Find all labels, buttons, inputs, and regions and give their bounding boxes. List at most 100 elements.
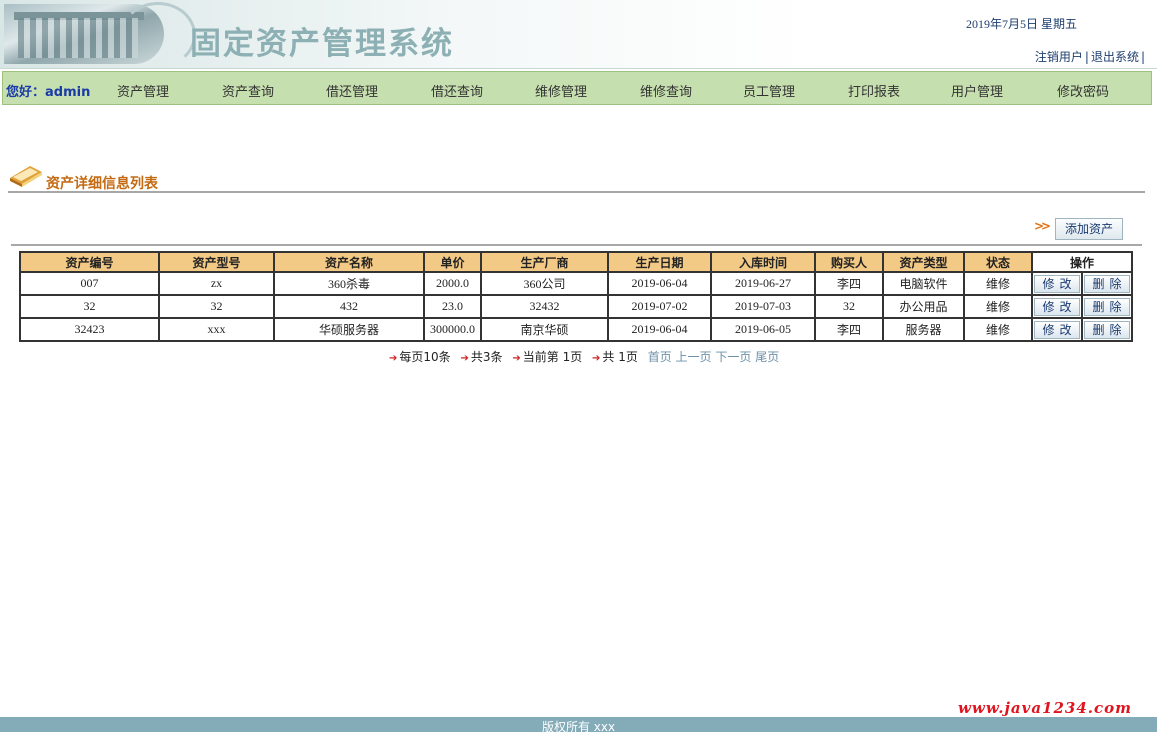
link-separator: | [1140,50,1145,64]
cell-manufacturer: 32432 [480,294,609,319]
system-title: 固定资产管理系统 [190,26,454,62]
pager-next-link[interactable]: 下一页 [715,350,751,364]
asset-table: 资产编号 资产型号 资产名称 单价 生产厂商 生产日期 入库时间 购买人 资产类… [19,251,1133,342]
arrow-bullet-icon: ➔ [389,353,398,364]
table-row: 32 32 432 23.0 32432 2019-07-02 2019-07-… [19,294,1133,319]
exit-system-link[interactable]: 退出系统 [1091,50,1139,64]
delete-button[interactable]: 删除 [1084,274,1130,293]
cell-storage-date: 2019-06-05 [710,317,816,342]
nav-item-borrow-management[interactable]: 借还管理 [326,81,378,100]
cell-storage-date: 2019-06-27 [710,271,816,296]
cell-asset-name: 360杀毒 [273,271,425,296]
cell-edit: 修改 [1031,271,1083,296]
add-asset-button[interactable]: 添加资产 [1055,218,1123,240]
cell-status: 维修 [963,294,1033,319]
pagination: ➔ 每页10条 ➔ 共3条 ➔ 当前第 1页 ➔ 共 1页 首页 上一页 下一页 尾页 [389,348,779,365]
cell-production-date: 2019-06-04 [607,317,712,342]
column-header: 入库时间 [710,251,816,273]
column-header: 生产日期 [607,251,712,273]
column-header: 生产厂商 [480,251,609,273]
edit-button[interactable]: 修改 [1034,274,1080,293]
delete-button[interactable]: 删除 [1084,297,1130,316]
arrow-bullet-icon: ➔ [460,353,469,364]
column-header: 资产编号 [19,251,160,273]
cell-asset-name: 华硕服务器 [273,317,425,342]
column-header: 状态 [963,251,1033,273]
column-header: 资产类型 [882,251,965,273]
cell-production-date: 2019-06-04 [607,271,712,296]
cell-manufacturer: 南京华硕 [480,317,609,342]
column-header-actions: 操作 [1031,251,1133,273]
cell-unit-price: 23.0 [423,294,482,319]
nav-item-print-report[interactable]: 打印报表 [848,81,900,100]
footer-copyright: 版权所有 xxx [0,717,1157,734]
watermark: www.java1234.com [958,699,1133,717]
nav-item-employee-management[interactable]: 员工管理 [743,81,795,100]
divider [11,244,1142,246]
top-links: 注销用户 | 退出系统 | [1035,48,1147,65]
nav-item-borrow-query[interactable]: 借还查询 [431,81,483,100]
pager-pages: ➔ 共 1页 [592,350,638,364]
cell-storage-date: 2019-07-03 [710,294,816,319]
cell-asset-type: 服务器 [882,317,965,342]
pager-prev-link[interactable]: 上一页 [676,350,712,364]
table-row: 32423 xxx 华硕服务器 300000.0 南京华硕 2019-06-04… [19,317,1133,342]
cell-asset-id: 32423 [19,317,160,342]
greeting: 您好：admin [6,85,91,100]
edit-button[interactable]: 修改 [1034,297,1080,316]
nav-item-user-management[interactable]: 用户管理 [951,81,1003,100]
cell-status: 维修 [963,317,1033,342]
pager-total: ➔ 共3条 [461,350,503,364]
cell-unit-price: 300000.0 [423,317,482,342]
cell-buyer: 32 [814,294,884,319]
cell-status: 维修 [963,271,1033,296]
cell-asset-type: 办公用品 [882,294,965,319]
table-header-row: 资产编号 资产型号 资产名称 单价 生产厂商 生产日期 入库时间 购买人 资产类… [19,251,1133,273]
cell-asset-model: xxx [158,317,275,342]
pager-current-text: 当前第 1页 [522,350,583,364]
book-icon [10,166,42,187]
cell-edit: 修改 [1031,294,1083,319]
column-header: 单价 [423,251,482,273]
cell-delete: 删除 [1081,271,1133,296]
cell-buyer: 李四 [814,271,884,296]
cell-edit: 修改 [1031,317,1083,342]
table-row: 007 zx 360杀毒 2000.0 360公司 2019-06-04 201… [19,271,1133,296]
logout-user-link[interactable]: 注销用户 [1035,50,1083,64]
main-nav: 您好：admin 资产管理 资产查询 借还管理 借还查询 维修管理 维修查询 员… [2,71,1152,105]
cell-unit-price: 2000.0 [423,271,482,296]
section-title: 资产详细信息列表 [46,176,158,192]
nav-item-change-password[interactable]: 修改密码 [1057,81,1109,100]
cell-delete: 删除 [1081,317,1133,342]
arrow-bullet-icon: ➔ [512,353,521,364]
pager-per-page-text: 每页10条 [399,350,451,364]
cell-asset-model: zx [158,271,275,296]
cell-manufacturer: 360公司 [480,271,609,296]
cell-asset-model: 32 [158,294,275,319]
pager-first-link[interactable]: 首页 [648,350,672,364]
pager-total-text: 共3条 [470,350,503,364]
column-header: 资产型号 [158,251,275,273]
cell-asset-type: 电脑软件 [882,271,965,296]
pager-pages-text: 共 1页 [602,350,638,364]
pager-last-link[interactable]: 尾页 [755,350,779,364]
nav-item-asset-query[interactable]: 资产查询 [222,81,274,100]
cell-production-date: 2019-07-02 [607,294,712,319]
cell-asset-name: 432 [273,294,425,319]
nav-item-repair-query[interactable]: 维修查询 [640,81,692,100]
column-header: 资产名称 [273,251,425,273]
app-header: 固定资产管理系统 2019年7月5日 星期五 注销用户 | 退出系统 | [0,0,1157,69]
nav-item-asset-management[interactable]: 资产管理 [117,81,169,100]
divider [8,191,1145,193]
column-header: 购买人 [814,251,884,273]
link-separator: | [1084,50,1089,64]
edit-button[interactable]: 修改 [1034,320,1080,339]
cell-buyer: 李四 [814,317,884,342]
arrow-bullet-icon: ➔ [592,353,601,364]
cell-delete: 删除 [1081,294,1133,319]
delete-button[interactable]: 删除 [1084,320,1130,339]
cell-asset-id: 007 [19,271,160,296]
nav-item-repair-management[interactable]: 维修管理 [535,81,587,100]
current-date: 2019年7月5日 星期五 [966,17,1078,31]
pager-current: ➔ 当前第 1页 [512,350,582,364]
